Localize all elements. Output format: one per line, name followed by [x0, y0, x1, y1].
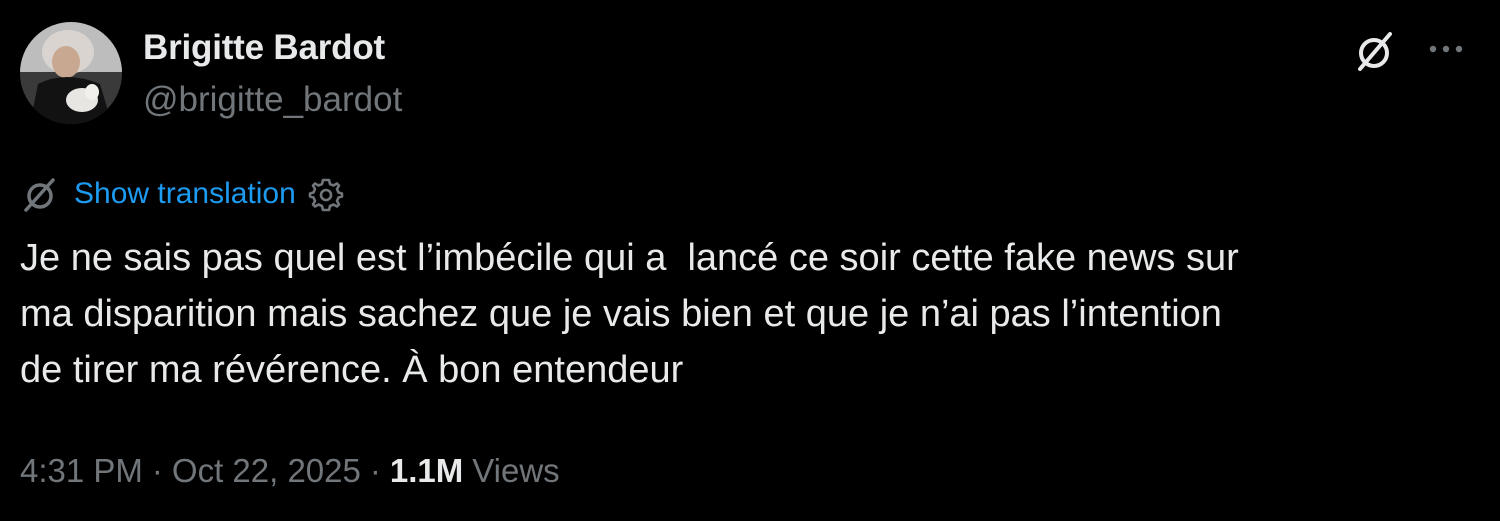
- show-translation-link[interactable]: Show translation: [74, 177, 296, 211]
- profile-photo-icon: [20, 22, 122, 124]
- translate-slash-icon: [24, 178, 55, 212]
- views-count[interactable]: 1.1M: [390, 452, 463, 490]
- meta-separator: ·: [151, 452, 163, 489]
- tweet-text-line: de tirer ma révérence. À bon entendeur: [20, 349, 684, 391]
- ellipsis-icon[interactable]: [1424, 34, 1468, 64]
- meta-separator: ·: [369, 452, 381, 489]
- translation-row: Show translation: [20, 172, 344, 216]
- tweet-time[interactable]: 4:31 PM: [20, 452, 143, 490]
- tweet-meta: 4:31 PM · Oct 22, 2025 · 1.1M Views: [20, 452, 560, 490]
- tweet-card: Brigitte Bardot @brigitte_bardot Show tr…: [0, 0, 1500, 521]
- tweet-text-line: ma disparition mais sachez que je vais b…: [20, 293, 1222, 335]
- views-label[interactable]: Views: [472, 452, 559, 490]
- gear-icon[interactable]: [308, 176, 344, 212]
- grok-slash-icon[interactable]: [1352, 28, 1398, 74]
- display-name[interactable]: Brigitte Bardot: [143, 28, 385, 68]
- tweet-date[interactable]: Oct 22, 2025: [172, 452, 361, 490]
- avatar[interactable]: [20, 22, 122, 124]
- tweet-text-line: Je ne sais pas quel est l’imbécile qui a…: [20, 237, 1239, 279]
- user-handle[interactable]: @brigitte_bardot: [143, 80, 402, 120]
- tweet-text: Je ne sais pas quel est l’imbécile qui a…: [20, 230, 1470, 398]
